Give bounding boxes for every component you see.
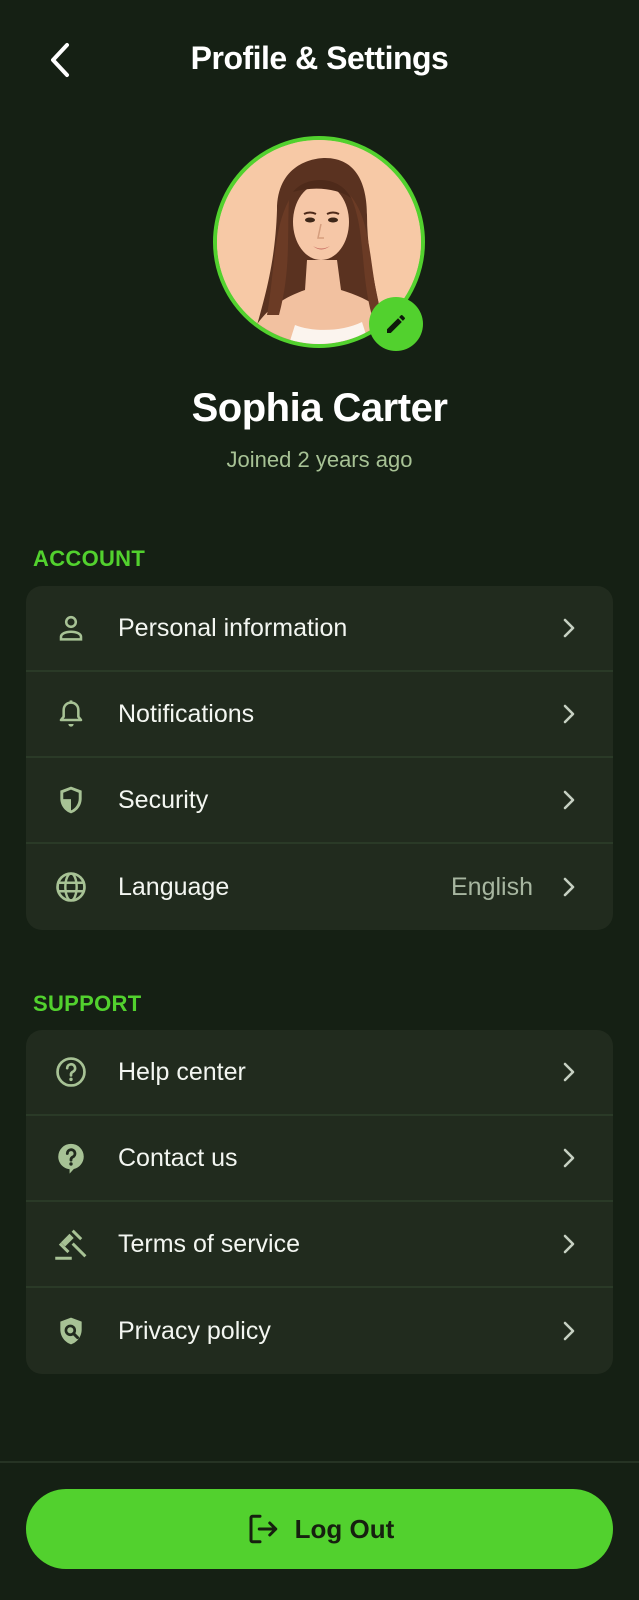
row-label: Language <box>118 872 230 901</box>
pencil-icon <box>387 314 406 333</box>
row-label: Help center <box>118 1057 246 1086</box>
row-language[interactable]: Language English <box>26 844 613 930</box>
bell-icon <box>51 694 91 734</box>
row-help-center[interactable]: Help center <box>26 1030 613 1116</box>
row-privacy-policy[interactable]: Privacy policy <box>26 1288 613 1374</box>
support-card: Help center Contact us Terms of service … <box>26 1030 613 1374</box>
row-security[interactable]: Security <box>26 758 613 844</box>
help-circle-icon <box>51 1052 91 1092</box>
chevron-right-icon <box>559 614 579 642</box>
joined-text: Joined 2 years ago <box>226 447 413 472</box>
gavel-icon <box>51 1224 91 1264</box>
chevron-right-icon <box>559 1144 579 1172</box>
logout-label: Log Out <box>294 1513 395 1544</box>
row-notifications[interactable]: Notifications <box>26 672 613 758</box>
globe-icon <box>51 867 91 907</box>
row-terms-of-service[interactable]: Terms of service <box>26 1202 613 1288</box>
question-bubble-icon <box>51 1138 91 1178</box>
chevron-right-icon <box>559 1230 579 1258</box>
page-title: Profile & Settings <box>190 40 449 76</box>
chevron-right-icon <box>559 1317 579 1345</box>
avatar-container <box>213 136 425 351</box>
logout-icon <box>249 1514 277 1544</box>
chevron-right-icon <box>559 700 579 728</box>
chevron-right-icon <box>559 786 579 814</box>
shield-search-icon <box>51 1311 91 1351</box>
row-label: Contact us <box>118 1143 238 1172</box>
row-label: Notifications <box>118 699 255 728</box>
row-personal-information[interactable]: Personal information <box>26 586 613 672</box>
person-icon <box>51 608 91 648</box>
section-label-support: SUPPORT <box>33 991 142 1016</box>
account-card: Personal information Notifications Secur… <box>26 586 613 930</box>
shield-icon <box>51 780 91 820</box>
language-value: English <box>451 872 533 901</box>
logout-button[interactable]: Log Out <box>26 1489 613 1569</box>
top-bar: Profile & Settings <box>0 0 639 120</box>
row-label: Terms of service <box>118 1229 300 1258</box>
row-label: Personal information <box>118 613 348 642</box>
row-contact-us[interactable]: Contact us <box>26 1116 613 1202</box>
profile-name: Sophia Carter <box>191 386 448 430</box>
edit-avatar-button[interactable] <box>369 297 423 351</box>
chevron-right-icon <box>559 1058 579 1086</box>
row-label: Security <box>118 785 209 814</box>
footer-divider <box>0 1461 639 1463</box>
row-label: Privacy policy <box>118 1316 271 1345</box>
section-label-account: ACCOUNT <box>33 546 146 571</box>
chevron-right-icon <box>559 873 579 901</box>
